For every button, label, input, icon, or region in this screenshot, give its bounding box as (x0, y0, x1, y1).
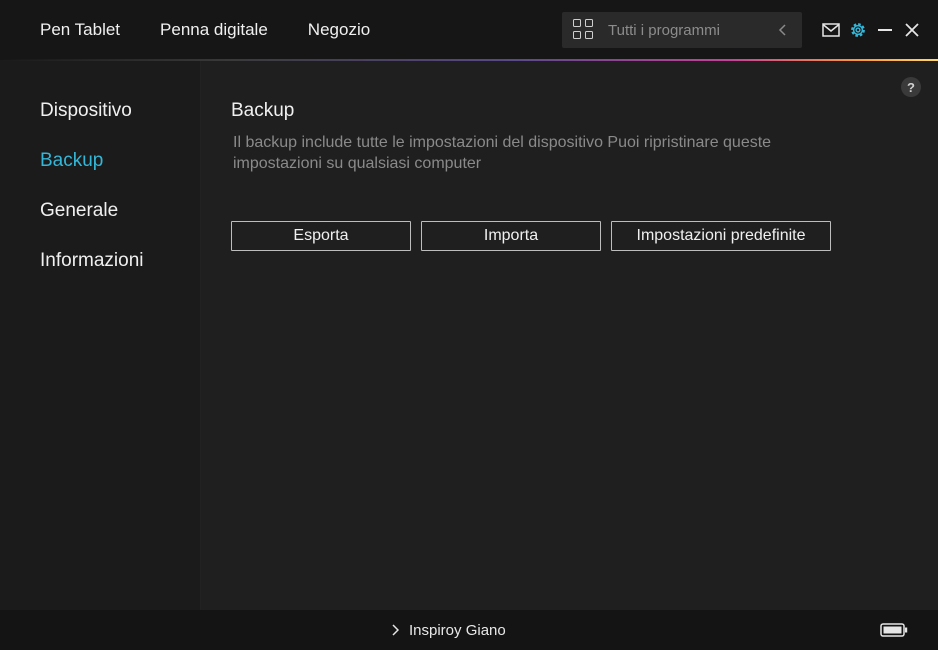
sidebar-item-device[interactable]: Dispositivo (40, 100, 132, 122)
nav-store[interactable]: Negozio (308, 20, 370, 40)
top-bar: Pen Tablet Penna digitale Negozio Tutti … (0, 0, 938, 60)
nav-pen-tablet[interactable]: Pen Tablet (40, 20, 120, 40)
sidebar-item-backup[interactable]: Backup (40, 150, 103, 172)
device-selector[interactable]: Inspiroy Giano (388, 610, 506, 650)
settings-gear-icon[interactable] (847, 19, 869, 41)
mail-icon[interactable] (820, 19, 842, 41)
status-bar: Inspiroy Giano (0, 610, 938, 650)
battery-icon (880, 623, 908, 637)
window-controls (820, 18, 928, 42)
apps-grid-icon (573, 19, 595, 41)
default-settings-button[interactable]: Impostazioni predefinite (611, 221, 831, 251)
nav-digital-pen[interactable]: Penna digitale (160, 20, 268, 40)
minimize-icon[interactable] (874, 19, 896, 41)
export-button[interactable]: Esporta (231, 221, 411, 251)
import-button[interactable]: Importa (421, 221, 601, 251)
sidebar: Dispositivo Backup Generale Informazioni (0, 61, 201, 610)
device-name: Inspiroy Giano (409, 621, 506, 639)
close-icon[interactable] (901, 19, 923, 41)
page-title: Backup (231, 100, 295, 121)
chevron-left-icon[interactable] (772, 19, 794, 41)
main-panel: ? Backup Il backup include tutte le impo… (201, 61, 938, 610)
chevron-right-icon (388, 623, 402, 637)
sidebar-item-info[interactable]: Informazioni (40, 250, 144, 272)
program-selector-label: Tutti i programmi (608, 21, 720, 39)
help-icon[interactable]: ? (901, 77, 921, 97)
sidebar-item-general[interactable]: Generale (40, 200, 118, 222)
backup-description: Il backup include tutte le impostazioni … (233, 134, 772, 172)
program-selector[interactable]: Tutti i programmi (562, 12, 802, 48)
top-navigation: Pen Tablet Penna digitale Negozio (40, 0, 410, 60)
